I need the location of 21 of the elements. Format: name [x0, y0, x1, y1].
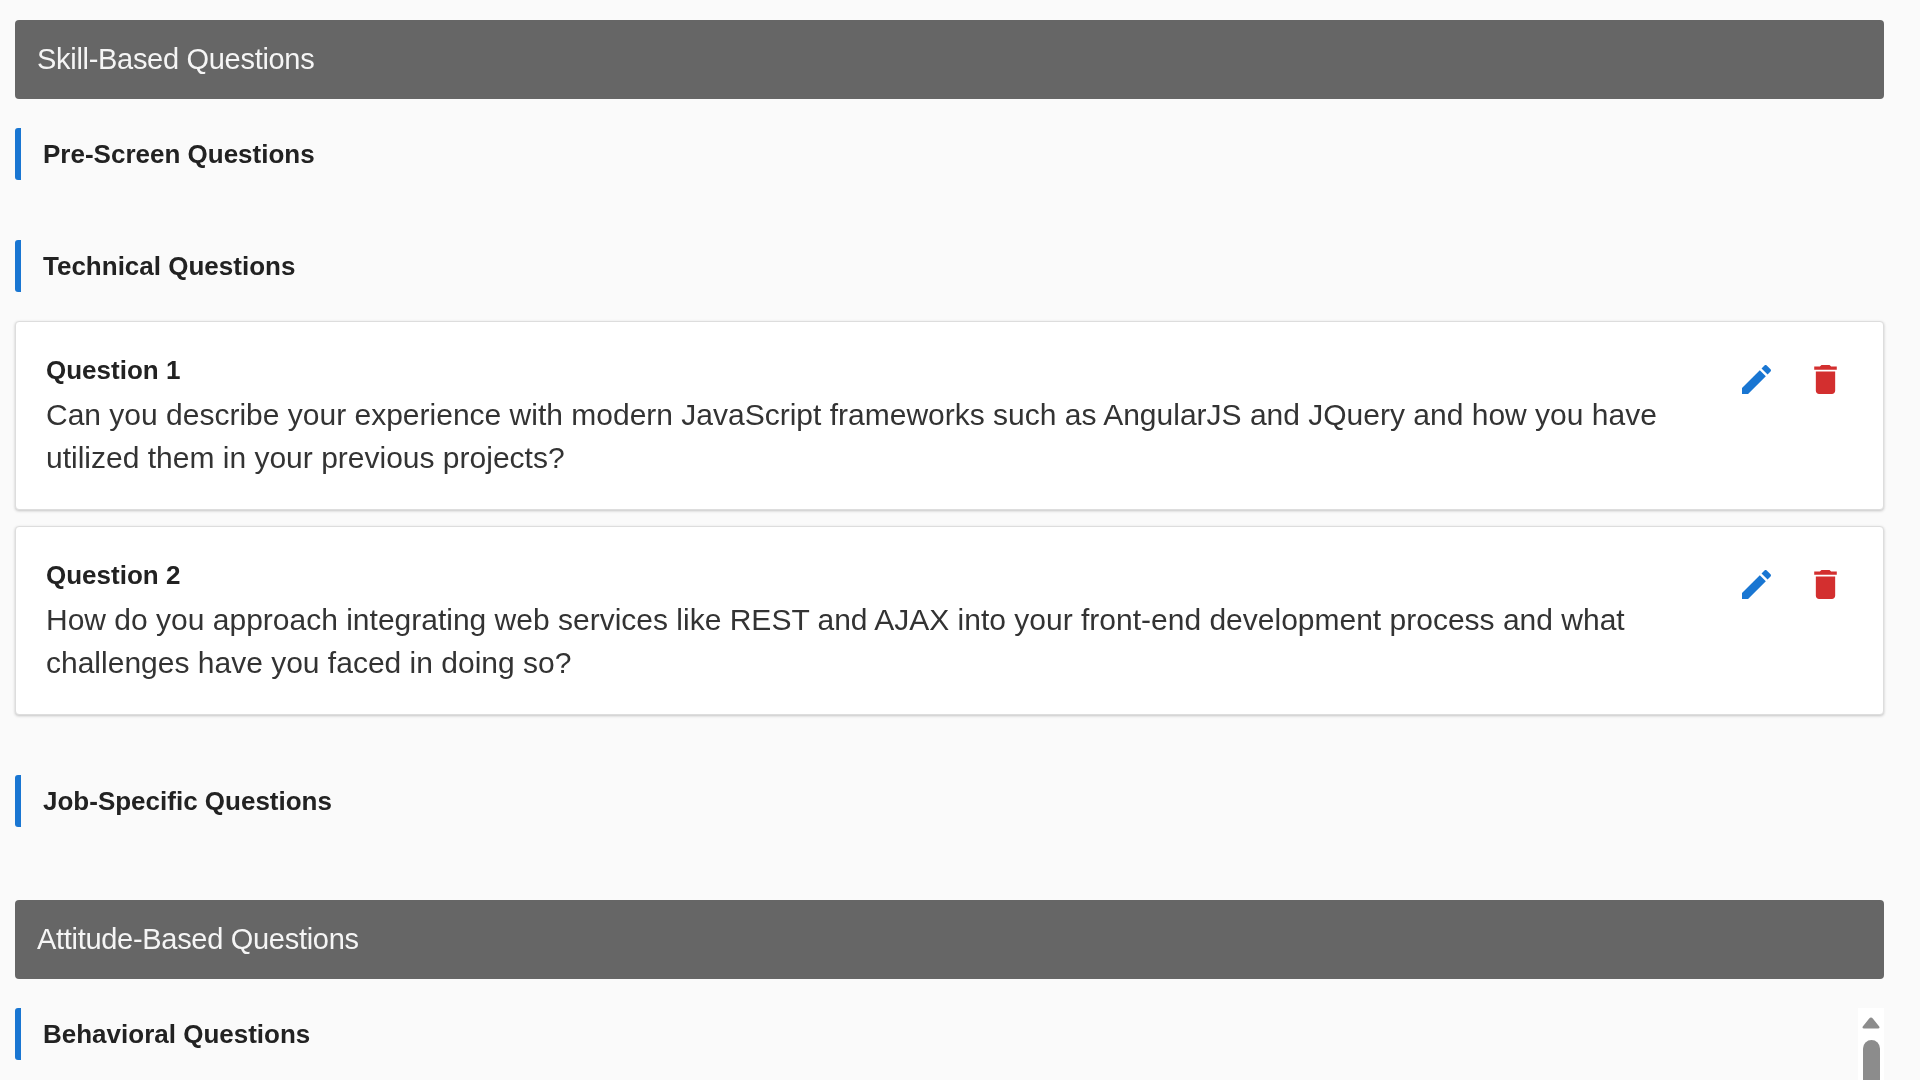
question-text: How do you approach integrating web services like REST and AJAX into your front-end development process and what challenges have you faced in doing so?: [46, 602, 1626, 681]
trash-icon: [1814, 365, 1837, 394]
delete-button[interactable]: [1814, 570, 1837, 599]
scrollbar[interactable]: [1858, 1008, 1884, 1080]
group-heading: Technical Questions: [15, 240, 298, 292]
question-label: Question 1: [46, 355, 182, 385]
section-header: Skill-Based Questions: [15, 20, 1884, 99]
scroll-up-arrow-icon[interactable]: [1862, 1017, 1880, 1029]
question-label: Question 2: [46, 560, 182, 590]
delete-button[interactable]: [1814, 365, 1837, 394]
group-heading: Behavioral Questions: [15, 1008, 313, 1060]
trash-icon: [1814, 570, 1837, 599]
edit-icon: [1742, 570, 1771, 599]
edit-button[interactable]: [1742, 365, 1771, 394]
group-heading: Pre-Screen Questions: [15, 128, 317, 180]
edit-button[interactable]: [1742, 570, 1771, 599]
scrollbar-thumb[interactable]: [1862, 1040, 1880, 1080]
group-heading: Job-Specific Questions: [15, 775, 334, 827]
section-header: Attitude-Based Questions: [15, 900, 1884, 979]
edit-icon: [1742, 365, 1771, 394]
question-text: Can you describe your experience with modern JavaScript frameworks such as AngularJS and JQuery and how you have utilized them in your previous projects?: [46, 397, 1658, 476]
